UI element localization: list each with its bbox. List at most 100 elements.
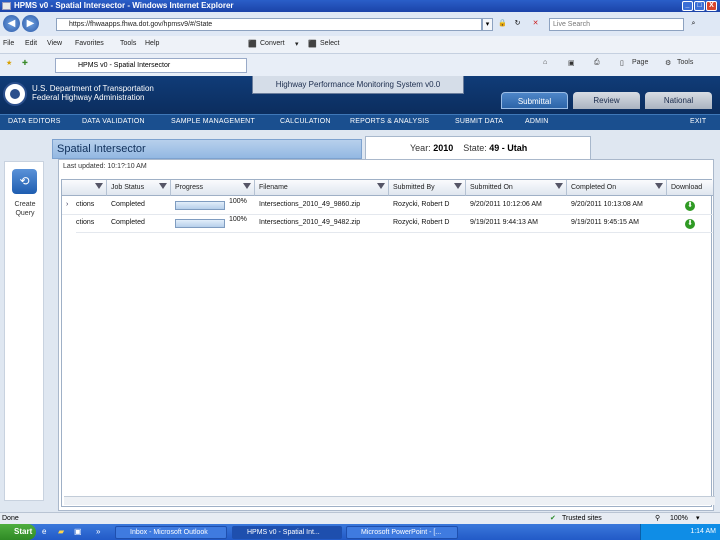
results-panel: Last updated: 10:1?:10 AM Job Status Pro… — [58, 159, 715, 511]
filter-icon[interactable] — [454, 183, 462, 189]
print-icon[interactable]: ⎙ — [594, 59, 600, 67]
content-area: ⟲ Create Query Spatial Intersector Year:… — [0, 130, 720, 512]
taskbar: Start e ▰ ▣ » Inbox - Microsoft Outlook … — [0, 524, 720, 540]
create-query-icon[interactable]: ⟲ — [12, 169, 37, 194]
convert-button[interactable]: Convert — [260, 40, 285, 47]
progress-percent: 100% — [229, 198, 247, 205]
menu-file[interactable]: File — [3, 40, 14, 47]
lock-icon: 🔒 — [498, 20, 507, 27]
forward-icon[interactable]: ▶ — [22, 15, 39, 32]
address-input[interactable]: https://fhwaapps.fhwa.dot.gov/hpmsv9/#/S… — [56, 18, 482, 31]
address-toolbar: ◀ ▶ https://fhwaapps.fhwa.dot.gov/hpmsv9… — [0, 12, 720, 36]
convert-icon: ⬛ — [248, 41, 257, 48]
status-bar: Done ✔ Trusted sites ⚲ 100% ▾ — [0, 512, 720, 524]
nav-reports-analysis[interactable]: REPORTS & ANALYSIS — [350, 118, 429, 125]
horizontal-scrollbar[interactable] — [64, 496, 715, 505]
cell-submitted-by: Rozycki, Robert D — [389, 215, 466, 233]
zoom-level[interactable]: 100% — [670, 513, 688, 524]
column-header-download[interactable]: Download — [667, 180, 713, 196]
agency-line-1: U.S. Department of Transportation — [32, 84, 154, 93]
quicklaunch-more-icon[interactable]: » — [96, 527, 100, 536]
close-button[interactable]: X — [706, 1, 717, 11]
cell-job-status: Completed — [107, 197, 171, 215]
cell-filename: Intersections_2010_49_9482.zip — [255, 215, 389, 233]
select-icon: ⬛ — [308, 41, 317, 48]
refresh-icon[interactable]: ↻ — [512, 18, 523, 31]
security-zone: Trusted sites — [562, 515, 602, 522]
cell-download: ⬇ — [667, 215, 713, 233]
column-header-name[interactable] — [62, 180, 107, 196]
results-grid: Job Status Progress Filename Submitted B… — [61, 179, 715, 507]
column-header-label: Download — [671, 184, 703, 191]
zoom-icon: ⚲ — [655, 515, 661, 522]
filter-icon[interactable] — [655, 183, 663, 189]
page-menu[interactable]: Page — [632, 59, 648, 66]
feeds-icon[interactable]: ▣ — [568, 59, 575, 67]
cell-download: ⬇ — [667, 197, 713, 215]
nav-data-validation[interactable]: DATA VALIDATION — [82, 118, 145, 125]
home-icon[interactable]: ⌂ — [543, 59, 547, 66]
tab-toolbar: ★ ✚ HPMS v0 - Spatial Intersector ⌂ ▣ ⎙ … — [0, 54, 720, 76]
menu-edit[interactable]: Edit — [25, 40, 37, 47]
zoom-dropdown-icon[interactable]: ▾ — [696, 513, 700, 524]
column-header-submitted-on[interactable]: Submitted On — [466, 180, 567, 196]
task-ie-hpms[interactable]: HPMS v0 - Spatial Int... — [232, 526, 342, 539]
stop-icon[interactable]: ✕ — [530, 18, 541, 31]
search-input[interactable]: Live Search — [549, 18, 684, 31]
download-icon[interactable]: ⬇ — [685, 219, 695, 229]
filter-icon[interactable] — [555, 183, 563, 189]
cell-job-status: Completed — [107, 215, 171, 233]
add-favorite-icon[interactable]: ✚ — [22, 59, 28, 67]
task-powerpoint[interactable]: Microsoft PowerPoint - [... — [346, 526, 458, 539]
filter-icon[interactable] — [377, 183, 385, 189]
back-icon[interactable]: ◀ — [3, 15, 20, 32]
address-dropdown-icon[interactable]: ▾ — [482, 18, 493, 31]
state-label: State: — [463, 143, 487, 153]
nav-sample-management[interactable]: SAMPLE MANAGEMENT — [171, 118, 255, 125]
nav-admin[interactable]: ADMIN — [525, 118, 549, 125]
nav-submit-data[interactable]: SUBMIT DATA — [455, 118, 503, 125]
column-header-label: Progress — [175, 184, 204, 191]
menu-tools[interactable]: Tools — [120, 40, 136, 47]
nav-data-editors[interactable]: DATA EDITORS — [8, 118, 61, 125]
tab-review[interactable]: Review — [573, 92, 640, 109]
column-header-job-status[interactable]: Job Status — [107, 180, 171, 196]
menu-favorites[interactable]: Favorites — [75, 40, 104, 47]
nav-exit[interactable]: EXIT — [690, 118, 706, 125]
tab-current[interactable]: HPMS v0 - Spatial Intersector — [55, 58, 247, 73]
maximize-button[interactable]: □ — [694, 1, 705, 11]
nav-calculation[interactable]: CALCULATION — [280, 118, 331, 125]
column-header-completed-on[interactable]: Completed On — [567, 180, 667, 196]
quicklaunch-ie-icon[interactable]: e — [42, 527, 46, 536]
task-outlook[interactable]: Inbox - Microsoft Outlook — [115, 526, 227, 539]
menu-bar: File Edit View Favorites Tools Help ⬛ Co… — [0, 36, 720, 54]
search-icon[interactable]: ⌕ — [688, 18, 699, 31]
minimize-button[interactable]: _ — [682, 1, 693, 11]
favorites-star-icon[interactable]: ★ — [6, 59, 12, 67]
filter-icon[interactable] — [243, 183, 251, 189]
tools-menu[interactable]: Tools — [677, 59, 693, 66]
filter-icon[interactable] — [159, 183, 167, 189]
create-query-label[interactable]: Create Query — [5, 200, 45, 218]
menu-view[interactable]: View — [47, 40, 62, 47]
select-button[interactable]: Select — [320, 40, 339, 47]
year-value: 2010 — [433, 143, 454, 153]
tray-clock: 1:14 AM — [690, 528, 716, 535]
convert-dropdown-icon[interactable]: ▾ — [295, 40, 299, 48]
start-button[interactable]: Start — [0, 524, 36, 540]
agency-line-2: Federal Highway Administration — [32, 93, 145, 102]
column-header-filename[interactable]: Filename — [255, 180, 389, 196]
menu-help[interactable]: Help — [145, 40, 159, 47]
filter-icon[interactable] — [95, 183, 103, 189]
download-icon[interactable]: ⬇ — [685, 201, 695, 211]
column-header-submitted-by[interactable]: Submitted By — [389, 180, 466, 196]
cell-submitted-on: 9/19/2011 9:44:13 AM — [466, 215, 567, 233]
quicklaunch-folder-icon[interactable]: ▰ — [58, 527, 64, 536]
window-title: HPMS v0 - Spatial Intersector - Windows … — [14, 1, 234, 10]
cell-completed-on: 9/20/2011 10:13:08 AM — [567, 197, 667, 215]
quicklaunch-desktop-icon[interactable]: ▣ — [74, 527, 82, 536]
tab-national[interactable]: National — [645, 92, 712, 109]
ie-icon — [2, 2, 11, 10]
tab-submittal[interactable]: Submittal — [501, 92, 568, 109]
progress-bar — [175, 201, 225, 210]
